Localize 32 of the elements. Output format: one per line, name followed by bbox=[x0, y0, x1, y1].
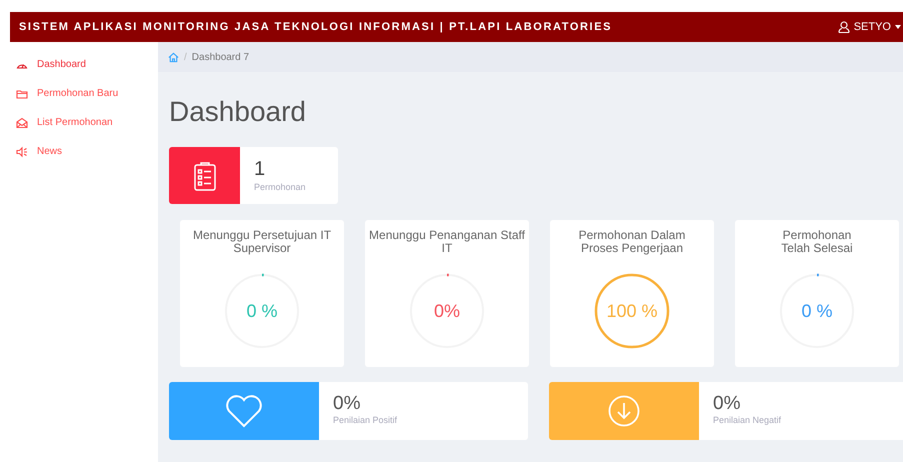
user-icon bbox=[838, 21, 850, 33]
home-icon[interactable] bbox=[168, 52, 179, 62]
progress-reading: 100 % bbox=[606, 301, 658, 321]
summary-count: 1 bbox=[254, 159, 266, 179]
card-title: Permohonan Telah Selesai bbox=[780, 229, 854, 257]
download-icon bbox=[608, 395, 640, 427]
progress-reading: 0 % bbox=[246, 301, 278, 321]
rating-value: 0% bbox=[713, 394, 742, 413]
heart-icon bbox=[225, 394, 263, 428]
sidebar-item[interactable]: List Permohonan bbox=[10, 108, 158, 137]
rating-label: Penilaian Negatif bbox=[713, 414, 782, 427]
page-title: Dashboard bbox=[169, 95, 307, 129]
card-title: Menunggu Penanganan Staff IT bbox=[369, 229, 525, 257]
card-title: Menunggu Persetujuan IT Supervisor bbox=[192, 229, 332, 257]
card-title: Permohonan Dalam Proses Pengerjaan bbox=[578, 229, 686, 257]
megaphone-icon bbox=[16, 146, 28, 158]
rating-label: Penilaian Positif bbox=[333, 414, 398, 427]
breadcrumb-item: Dashboard 7 bbox=[192, 50, 250, 64]
app-title: SISTEM APLIKASI MONITORING JASA TEKNOLOGI INFORMASI | PT.LAPI LABORATORIES bbox=[19, 20, 612, 35]
envelope-icon bbox=[16, 116, 28, 128]
progress-reading: 0 % bbox=[801, 301, 833, 321]
user-menu[interactable]: SETYO bbox=[838, 18, 901, 36]
summary-label: Permohonan bbox=[254, 181, 306, 194]
sidebar-item[interactable]: Permohonan Baru bbox=[10, 79, 158, 108]
caret-icon bbox=[895, 25, 901, 29]
clipboard-icon bbox=[194, 160, 216, 190]
breadcrumb-separator: / bbox=[184, 50, 187, 64]
progress-reading: 0% bbox=[434, 301, 460, 321]
sidebar-item[interactable]: News bbox=[10, 137, 158, 166]
sidebar-item[interactable]: Dashboard bbox=[10, 50, 158, 79]
rating-value: 0% bbox=[333, 394, 362, 413]
folder-icon bbox=[16, 88, 28, 100]
